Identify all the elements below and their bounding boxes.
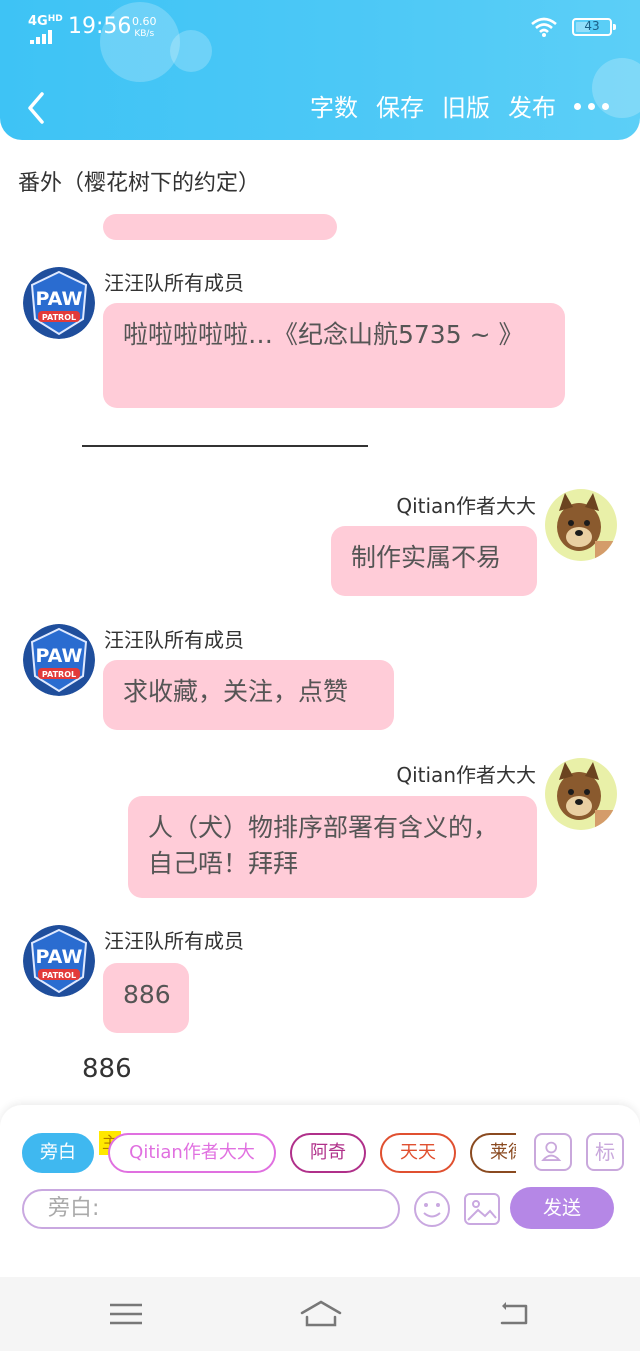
- network-indicator: 4GHD: [28, 14, 63, 29]
- smiley-icon[interactable]: [412, 1189, 452, 1229]
- avatar[interactable]: PAW PATROL: [23, 624, 95, 696]
- role-chip-ryder[interactable]: 莱德: [470, 1133, 516, 1173]
- paw-patrol-badge-icon: PAW PATROL: [23, 267, 95, 339]
- role-scroll-clip: 莱德: [470, 1125, 516, 1181]
- network-type: 4G: [28, 14, 48, 29]
- menu-lines-icon[interactable]: [106, 1299, 146, 1329]
- more-dots-icon[interactable]: [574, 92, 614, 120]
- top-header: 4GHD 19:56 0.60 KB/s 43 字数 保存 旧版 发布: [0, 0, 640, 140]
- back-button[interactable]: [18, 88, 52, 128]
- battery-tip: [613, 24, 616, 30]
- sender-name: 汪汪队所有成员: [104, 271, 244, 295]
- narration-text[interactable]: 886: [82, 1054, 132, 1084]
- clock: 19:56: [68, 14, 132, 39]
- dot: [602, 102, 609, 110]
- message-bubble[interactable]: 886: [103, 963, 189, 1033]
- avatar[interactable]: [545, 758, 617, 830]
- status-bar: 4GHD 19:56 0.60 KB/s 43: [28, 12, 616, 46]
- chevron-left-icon: [28, 92, 44, 124]
- chase-dog-avatar-icon: [545, 758, 617, 830]
- input-placeholder: 旁白:: [48, 1196, 100, 1221]
- system-nav-bar: [0, 1277, 640, 1351]
- speed-value: 0.60: [132, 15, 157, 28]
- composer-panel: 旁白 主 Qitian作者大大 阿奇 天天 莱德 标 旁白: 发送: [0, 1105, 640, 1277]
- image-icon[interactable]: [462, 1189, 502, 1229]
- message-input[interactable]: 旁白:: [22, 1189, 400, 1229]
- contact-card-icon[interactable]: [534, 1133, 572, 1171]
- back-arrow-icon[interactable]: [496, 1299, 536, 1329]
- message-bubble-partial: [103, 214, 337, 240]
- svg-text:PATROL: PATROL: [42, 313, 76, 322]
- signal-icon: [30, 30, 52, 44]
- svg-text:PAW: PAW: [36, 645, 83, 667]
- save-button[interactable]: 保存: [376, 88, 424, 123]
- send-button[interactable]: 发送: [510, 1187, 614, 1229]
- old-version-button[interactable]: 旧版: [442, 88, 490, 123]
- tag-button[interactable]: 标: [586, 1133, 624, 1171]
- battery-level: 43: [584, 19, 600, 33]
- avatar[interactable]: PAW PATROL: [23, 267, 95, 339]
- battery-icon: 43: [572, 18, 616, 36]
- wifi-icon: [531, 17, 557, 37]
- paw-patrol-badge-icon: PAW PATROL: [23, 624, 95, 696]
- chase-dog-avatar-icon: [545, 489, 617, 561]
- word-count-button[interactable]: 字数: [310, 88, 358, 123]
- role-chip-rocky[interactable]: 阿奇: [290, 1133, 366, 1173]
- svg-text:PATROL: PATROL: [42, 971, 76, 980]
- message-bubble[interactable]: 制作实属不易: [331, 526, 537, 596]
- message-bubble[interactable]: 求收藏，关注，点赞: [103, 660, 394, 730]
- dot: [588, 102, 595, 110]
- dot: [574, 102, 581, 110]
- header-actions: 字数 保存 旧版 发布: [310, 88, 556, 123]
- paw-patrol-badge-icon: PAW PATROL: [23, 925, 95, 997]
- divider: [82, 445, 368, 447]
- avatar[interactable]: PAW PATROL: [23, 925, 95, 997]
- role-chip-tian[interactable]: 天天: [380, 1133, 456, 1173]
- publish-button[interactable]: 发布: [508, 88, 556, 123]
- svg-text:PAW: PAW: [36, 288, 83, 310]
- role-chip-author[interactable]: Qitian作者大大: [108, 1133, 276, 1173]
- sender-name: Qitian作者大大: [396, 494, 536, 518]
- message-bubble[interactable]: 啦啦啦啦啦…《纪念山航5735 ~ 》: [103, 303, 565, 408]
- tag-label: 标: [595, 1140, 615, 1164]
- message-bubble[interactable]: 人（犬）物排序部署有含义的，自己唔！拜拜: [128, 796, 537, 898]
- svg-text:PAW: PAW: [36, 946, 83, 968]
- role-chip-narrator[interactable]: 旁白: [22, 1133, 94, 1173]
- network-speed: 0.60 KB/s: [132, 16, 157, 40]
- story-title: 番外（樱花树下的约定）: [18, 171, 261, 196]
- svg-text:PATROL: PATROL: [42, 670, 76, 679]
- avatar[interactable]: [545, 489, 617, 561]
- home-icon[interactable]: [298, 1299, 344, 1329]
- network-tag: HD: [47, 14, 63, 24]
- speed-unit: KB/s: [134, 29, 155, 39]
- sender-name: 汪汪队所有成员: [104, 929, 244, 953]
- sender-name: 汪汪队所有成员: [104, 628, 244, 652]
- sender-name: Qitian作者大大: [396, 763, 536, 787]
